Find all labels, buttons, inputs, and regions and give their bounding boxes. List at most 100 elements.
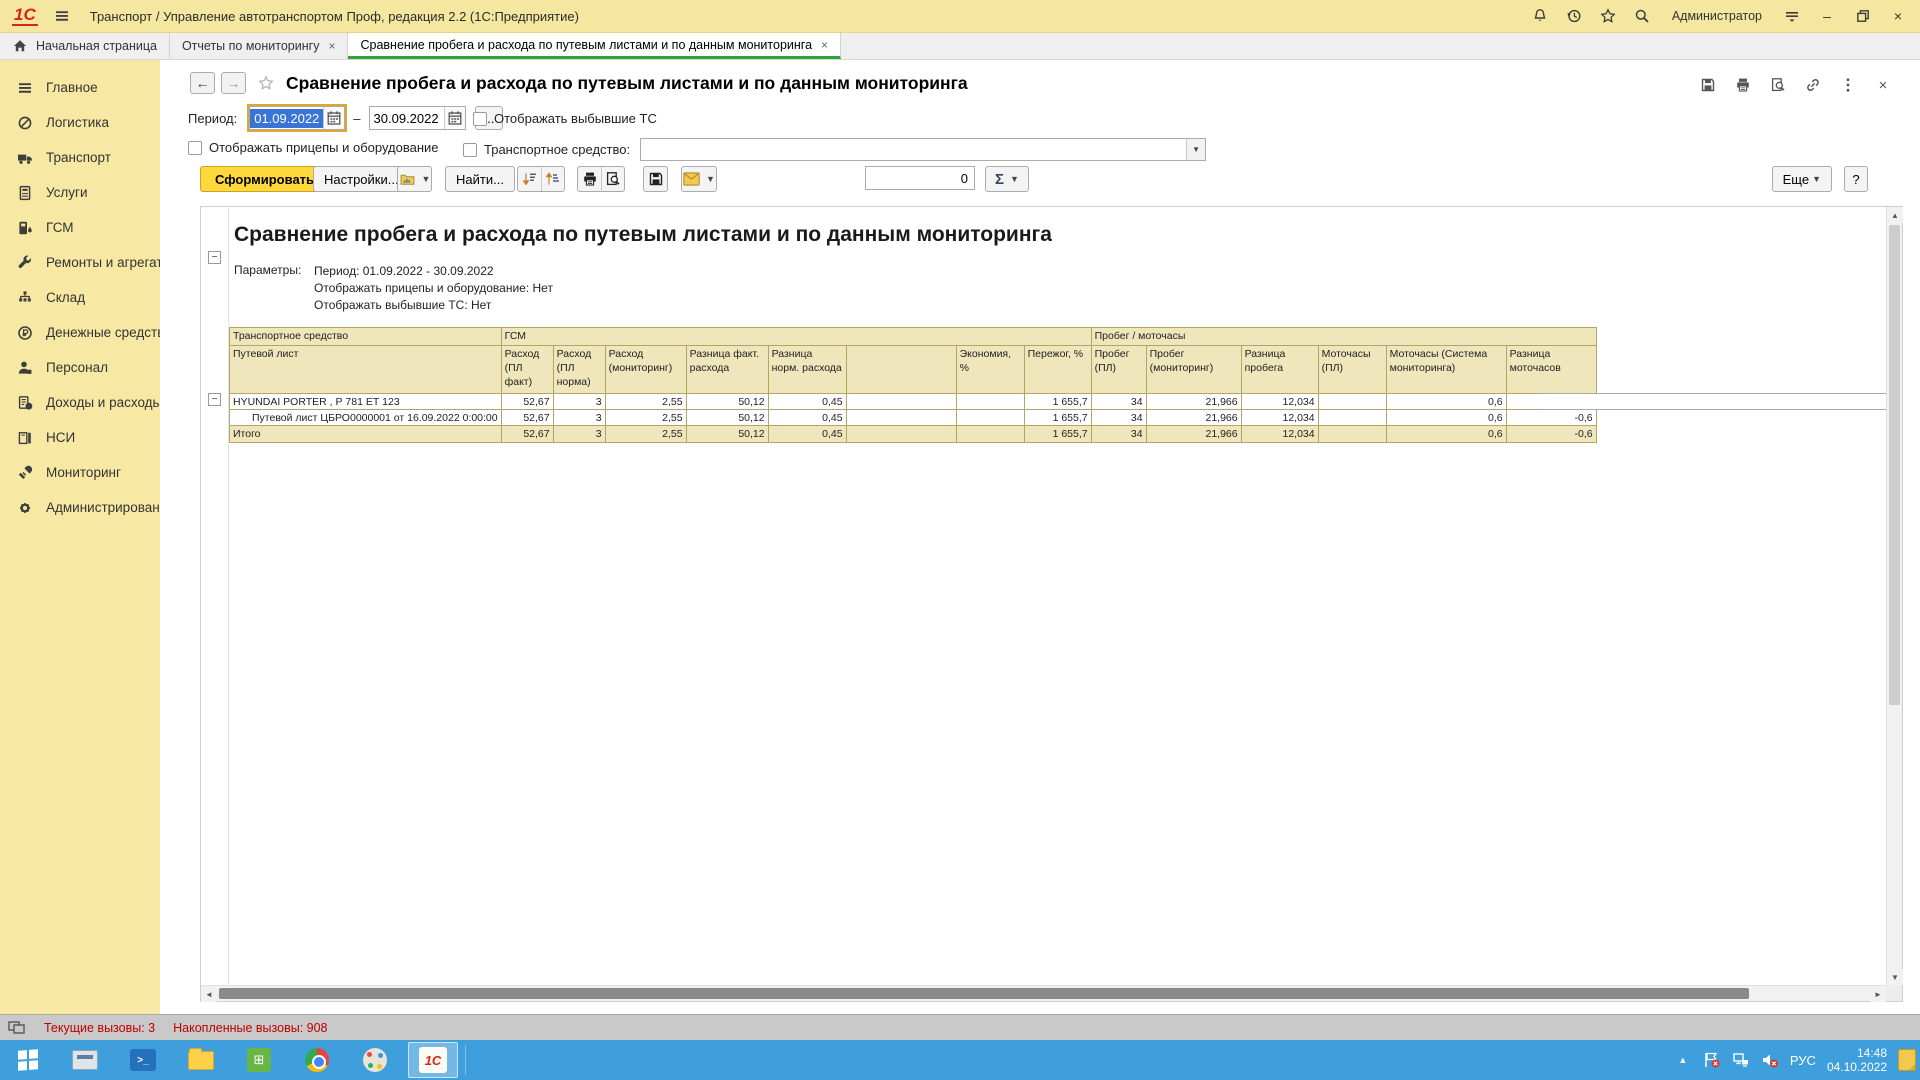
table-row-total[interactable]: Итого52,6732,5550,120,451 655,73421,9661… [230,426,1597,443]
row-value[interactable]: 1 655,7 [1024,426,1091,443]
table-column-header[interactable]: Разница норм. расхода [768,346,846,394]
row-value[interactable]: 2,55 [605,426,686,443]
close-window-button[interactable]: × [1888,8,1908,24]
row-value[interactable]: 50,12 [686,410,768,426]
autosum-button[interactable]: Σ▼ [985,166,1029,192]
row-value[interactable]: 0,6 [1386,394,1506,410]
table-column-header[interactable]: Путевой лист [230,346,502,394]
row-value[interactable]: 0,6 [1386,410,1506,426]
history-icon[interactable] [1566,8,1583,25]
forward-button[interactable]: → [221,72,246,94]
checkbox-box[interactable] [188,141,202,155]
more-dots-icon[interactable] [1839,76,1857,94]
checkbox-show-trailers[interactable]: Отображать прицепы и оборудование [188,140,439,155]
sidebar-item-main[interactable]: Главное [0,70,160,105]
find-button[interactable]: Найти... [445,166,515,192]
sidebar-item-repairs[interactable]: Ремонты и агрегаты [0,245,160,280]
volume-muted-icon[interactable] [1761,1051,1779,1069]
row-value[interactable] [846,394,956,410]
checkbox-vehicle[interactable]: Транспортное средство: [463,142,630,157]
row-value[interactable]: 0,6 [1386,426,1506,443]
taskbar-clock[interactable]: 14:48 04.10.2022 [1827,1046,1887,1074]
period-from-field[interactable]: 01.09.2022 [249,106,345,130]
row-value[interactable]: 34 [1091,410,1146,426]
row-value[interactable] [1318,410,1386,426]
current-user[interactable]: Администратор [1672,9,1762,23]
save-icon[interactable] [644,167,667,191]
row-value[interactable]: 3 [553,394,605,410]
table-row-group[interactable]: HYUNDAI PORTER , Р 781 ЕТ 12352,6732,555… [230,394,1597,410]
row-value[interactable]: 50,12 [686,426,768,443]
period-to-field[interactable] [369,106,466,130]
notifications-bell-icon[interactable] [1532,8,1549,25]
row-value[interactable]: 0,45 [768,426,846,443]
file-explorer-icon[interactable] [172,1040,230,1080]
row-value[interactable]: 50,12 [686,394,768,410]
settings-button[interactable]: Настройки... [313,166,410,192]
back-button[interactable]: ← [190,72,215,94]
sidebar-item-warehouse[interactable]: Склад [0,280,160,315]
favorite-star-icon[interactable] [258,75,274,91]
table-column-header[interactable]: Расход (ПЛ факт) [501,346,553,394]
scroll-right-icon[interactable]: ► [1870,986,1886,1002]
collapse-groups-icon[interactable] [541,167,564,191]
row-value[interactable] [846,426,956,443]
sidebar-item-nsi[interactable]: НСИ [0,420,160,455]
favorites-star-icon[interactable] [1600,8,1617,25]
comparison-table[interactable]: Транспортное средствоГСМПробег / моточас… [229,327,1597,443]
row-value[interactable]: 3 [553,426,605,443]
search-icon[interactable] [1634,8,1651,25]
row-value[interactable] [1318,426,1386,443]
tray-expand-icon[interactable]: ▲ [1674,1051,1692,1069]
sidebar-item-personnel[interactable]: Персонал [0,350,160,385]
sidebar-item-administration[interactable]: Администрирование [0,490,160,525]
service-menu-icon[interactable] [1783,8,1800,25]
row-value[interactable]: 52,67 [501,394,553,410]
vehicle-combo[interactable]: ▼ [640,138,1206,161]
sidebar-item-income-expenses[interactable]: Доходы и расходы [0,385,160,420]
row-value[interactable]: 21,966 [1146,426,1241,443]
sidebar-item-fuel[interactable]: ГСМ [0,210,160,245]
tab-close-icon[interactable]: × [821,38,828,52]
close-form-icon[interactable]: × [1874,76,1892,94]
row-value[interactable]: 12,034 [1241,426,1318,443]
tab-close-icon[interactable]: × [328,39,335,53]
sticky-note-icon[interactable] [1898,1049,1916,1071]
calendar-icon[interactable] [444,107,465,129]
table-column-header[interactable]: Разница факт. расхода [686,346,768,394]
row-value[interactable]: 21,966 [1146,394,1241,410]
row-value[interactable] [1318,394,1386,410]
horizontal-scrollbar[interactable]: ◄ ► [201,985,1886,1001]
network-icon[interactable] [1732,1051,1750,1069]
server-manager-icon[interactable] [56,1040,114,1080]
sidebar-item-monitoring[interactable]: Мониторинг [0,455,160,490]
table-column-header[interactable]: Расход (мониторинг) [605,346,686,394]
table-column-header[interactable]: Расход (ПЛ норма) [553,346,605,394]
row-value[interactable]: 21,966 [1146,410,1241,426]
print-icon[interactable] [578,167,601,191]
generate-button[interactable]: Сформировать [200,166,329,192]
table-column-header[interactable]: Экономия, % [956,346,1024,394]
row-value[interactable]: 3 [553,410,605,426]
checkbox-box[interactable] [463,143,477,157]
collapse-group-icon[interactable]: − [208,393,221,406]
row-label[interactable]: HYUNDAI PORTER , Р 781 ЕТ 123 [230,394,502,410]
1c-enterprise-taskbar-icon[interactable]: 1С [408,1042,458,1078]
table-column-header[interactable]: Пробег (ПЛ) [1091,346,1146,394]
row-value[interactable]: 12,034 [1241,410,1318,426]
paint-icon[interactable] [346,1040,404,1080]
row-value[interactable]: 34 [1091,426,1146,443]
help-button[interactable]: ? [1844,166,1868,192]
more-actions-button[interactable]: Еще▼ [1772,166,1832,192]
row-value[interactable]: 0,45 [768,394,846,410]
sidebar-item-logistics[interactable]: Логистика [0,105,160,140]
table-row-detail[interactable]: Путевой лист ЦБРО0000001 от 16.09.2022 0… [230,410,1597,426]
row-value[interactable] [846,410,956,426]
table-column-header[interactable]: Разница пробега [1241,346,1318,394]
table-column-header[interactable]: Пережог, % [1024,346,1091,394]
row-value[interactable]: -0,6 [1506,426,1596,443]
powershell-icon[interactable]: >_ [114,1040,172,1080]
start-button[interactable] [0,1040,56,1080]
row-value[interactable]: 52,67 [501,410,553,426]
row-value[interactable]: 12,034 [1241,394,1318,410]
